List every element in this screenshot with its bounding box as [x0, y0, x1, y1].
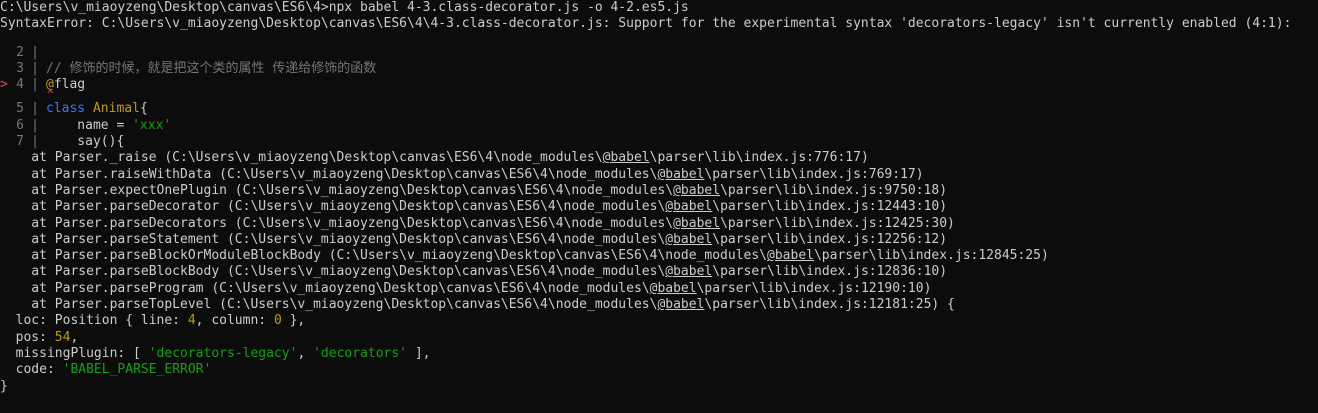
error-line-marker [0, 118, 10, 134]
gutter-separator: | [31, 134, 39, 150]
error-message: SyntaxError: C:\Users\v_miaoyzeng\Deskto… [0, 16, 1292, 32]
code-frame-row: 3 | // 修饰的时候，就是把这个类的属性 传递给修饰的函数 [0, 61, 1318, 77]
babel-link[interactable]: @babel [665, 232, 712, 247]
stack-frame: at Parser.parseTopLevel (C:\Users\v_miao… [0, 297, 955, 313]
missing-plugin-line: missingPlugin: [ 'decorators-legacy', 'd… [0, 345, 431, 361]
pos-line: pos: 54, [0, 329, 79, 345]
babel-link[interactable]: @babel [673, 216, 720, 231]
code-content: class Animal{ [46, 101, 148, 117]
stack-frame: at Parser.expectOnePlugin (C:\Users\v_mi… [0, 182, 948, 198]
line-number: 6 [16, 117, 24, 133]
stack-frame: at Parser.parseProgram (C:\Users\v_miaoy… [0, 280, 932, 296]
terminal-window[interactable]: C:\Users\v_miaoyzeng\Desktop\canvas\ES6\… [0, 0, 1318, 413]
error-line-marker [0, 101, 10, 117]
stack-frame: at Parser.parseBlockOrModuleBlockBody (C… [0, 248, 1049, 264]
babel-link[interactable]: @babel [665, 264, 712, 279]
line-number: 7 [16, 134, 24, 150]
caret-row: ^ [0, 88, 1318, 101]
code-content: // 修饰的时候，就是把这个类的属性 传递给修饰的函数 [46, 60, 377, 76]
error-line-marker [0, 61, 10, 77]
error-code-value: 'BABEL_PARSE_ERROR' [62, 362, 212, 378]
stack-frame: at Parser._raise (C:\Users\v_miaoyzeng\D… [0, 150, 869, 166]
gutter-separator: | [31, 101, 39, 117]
loc-line: loc: Position { line: 4, column: 0 }, [0, 313, 306, 329]
error-line-marker: > [0, 77, 8, 93]
code-frame-row: 5 | class Animal{ [0, 101, 1318, 117]
code-frame-row: >4 | @flag [0, 77, 1318, 93]
line-number: 4 [16, 77, 24, 93]
stack-trace: at Parser._raise (C:\Users\v_miaoyzeng\D… [0, 150, 1318, 313]
babel-link[interactable]: @babel [650, 281, 697, 296]
gutter-separator: | [31, 117, 39, 133]
pos-value: 54 [54, 329, 71, 345]
code-content: say(){ [46, 134, 125, 150]
babel-link[interactable]: @babel [767, 248, 814, 263]
code-content: name = 'xxx' [46, 117, 172, 133]
code-frame-row: 6 | name = 'xxx' [0, 118, 1318, 134]
missing-plugin-b: 'decorators' [313, 345, 408, 361]
code-frame-row: 7 | say(){ [0, 134, 1318, 150]
babel-link[interactable]: @babel [657, 297, 704, 312]
stack-frame: at Parser.raiseWithData (C:\Users\v_miao… [0, 166, 924, 182]
babel-link[interactable]: @babel [603, 150, 650, 165]
code-frame: 2 | 3 |// 修饰的时候，就是把这个类的属性 传递给修饰的函数 >4 | @flag ^… [0, 45, 1318, 151]
code-line: code: 'BABEL_PARSE_ERROR' [0, 362, 212, 378]
error-line-marker [0, 134, 10, 150]
stack-frame: at Parser.parseDecorators (C:\Users\v_mi… [0, 215, 955, 231]
stack-frame: at Parser.parseBlockBody (C:\Users\v_mia… [0, 264, 948, 280]
line-number: 5 [16, 101, 24, 117]
line-number: 3 [16, 60, 24, 76]
gutter-separator: | [31, 77, 39, 93]
babel-link[interactable]: @babel [665, 199, 712, 214]
code-frame-row: 2 | [0, 45, 1318, 61]
error-line-marker [0, 45, 10, 61]
closing-brace: } [0, 378, 8, 394]
missing-plugin-a: 'decorators-legacy' [148, 345, 298, 361]
stack-frame: at Parser.parseStatement (C:\Users\v_mia… [0, 231, 948, 247]
loc-column-number: 0 [273, 313, 282, 329]
babel-link[interactable]: @babel [657, 167, 704, 182]
stack-frame: at Parser.parseDecorator (C:\Users\v_mia… [0, 199, 948, 215]
babel-link[interactable]: @babel [673, 183, 720, 198]
gutter-separator: | [31, 44, 39, 60]
command-line: C:\Users\v_miaoyzeng\Desktop\canvas\ES6\… [0, 0, 689, 15]
gutter-separator: | [31, 60, 39, 76]
loc-line-number: 4 [187, 313, 196, 329]
line-number: 2 [16, 44, 24, 60]
